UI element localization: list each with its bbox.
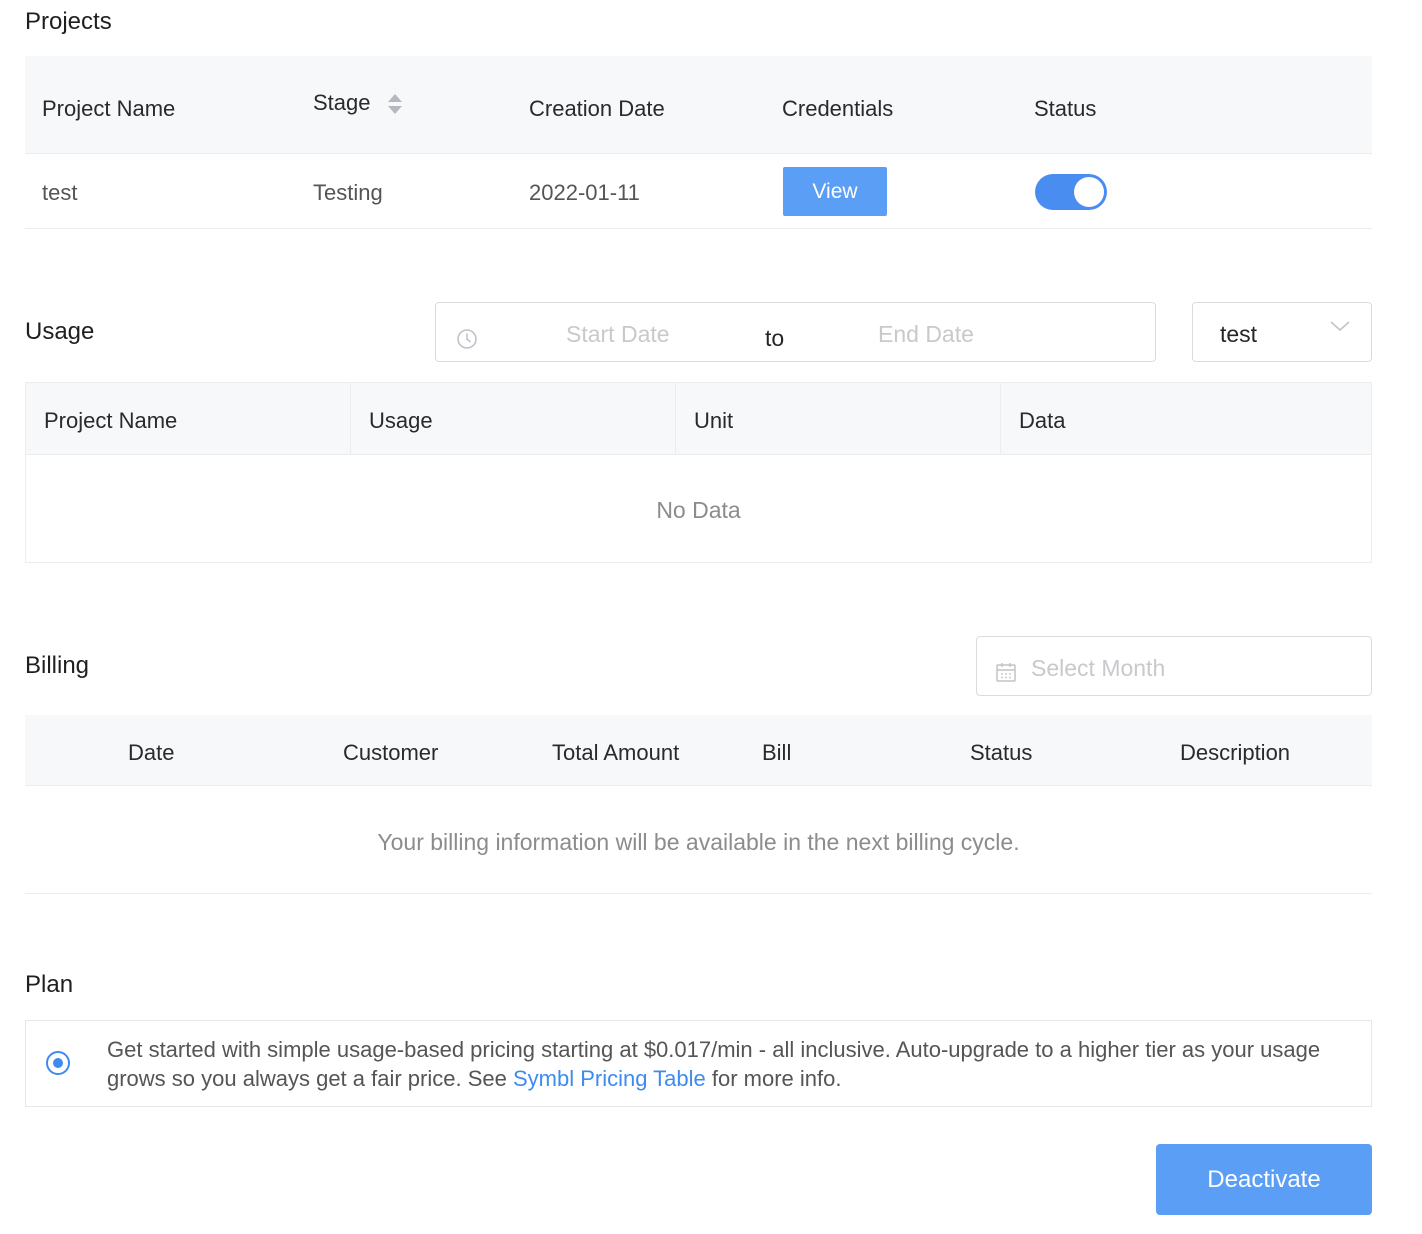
col-status: Status	[1034, 96, 1097, 121]
billing-table-header: Date Customer Total Amount Bill Status D…	[25, 715, 1372, 786]
project-select-value: test	[1220, 321, 1258, 347]
col-description: Description	[1180, 740, 1291, 765]
col-creation-date: Creation Date	[529, 96, 665, 121]
pricing-table-link[interactable]: Symbl Pricing Table	[513, 1066, 706, 1091]
projects-table-header: Project Name Stage Creation Date Credent…	[25, 56, 1372, 154]
radio-selected-dot	[53, 1058, 63, 1068]
project-stage: Testing	[313, 180, 383, 205]
no-data-text: No Data	[656, 497, 741, 523]
usage-col: Data	[1001, 383, 1371, 455]
toggle-knob	[1074, 177, 1104, 207]
col-total-amount: Total Amount	[552, 740, 680, 765]
col-stage[interactable]: Stage	[313, 90, 371, 116]
view-credentials-button[interactable]: View	[783, 167, 887, 216]
col-credentials: Credentials	[782, 96, 894, 121]
usage-col: Project Name	[26, 383, 351, 455]
select-month-input[interactable]: Select Month	[1031, 655, 1165, 682]
col-project-name: Project Name	[44, 408, 178, 433]
start-date-input[interactable]: Start Date	[566, 321, 670, 348]
project-creation-date: 2022-01-11	[529, 180, 640, 205]
col-customer: Customer	[343, 740, 439, 765]
usage-col: Unit	[676, 383, 1001, 455]
usage-table: Project Name Usage Unit Data No Data	[25, 382, 1372, 563]
end-date-input[interactable]: End Date	[878, 321, 974, 348]
billing-empty-row: Your billing information will be availab…	[25, 787, 1372, 894]
billing-empty-text: Your billing information will be availab…	[377, 829, 1020, 855]
plan-description: Get started with simple usage-based pric…	[107, 1035, 1357, 1093]
project-name: test	[42, 180, 78, 205]
month-picker[interactable]: Select Month	[976, 636, 1372, 696]
col-status: Status	[970, 740, 1033, 765]
plan-option[interactable]: Get started with simple usage-based pric…	[25, 1020, 1372, 1107]
col-project-name: Project Name	[42, 96, 176, 121]
range-separator: to	[765, 325, 785, 351]
col-bill: Bill	[762, 740, 792, 765]
deactivate-button[interactable]: Deactivate	[1156, 1144, 1372, 1215]
calendar-icon	[996, 663, 1016, 682]
status-toggle[interactable]	[1035, 174, 1107, 210]
col-unit: Unit	[694, 408, 734, 433]
col-data: Data	[1019, 408, 1066, 433]
project-select[interactable]: test	[1192, 302, 1372, 362]
projects-title: Projects	[25, 8, 112, 35]
usage-table-header: Project Name Usage Unit Data	[26, 383, 1371, 455]
chevron-down-icon	[1330, 321, 1350, 332]
usage-title: Usage	[25, 318, 95, 345]
col-date: Date	[128, 740, 175, 765]
plan-text-after: for more info.	[705, 1066, 842, 1091]
col-usage: Usage	[369, 408, 433, 433]
date-range-picker[interactable]: Start Date to End Date	[435, 302, 1156, 362]
sort-icon[interactable]	[387, 92, 403, 116]
clock-icon	[457, 329, 477, 349]
plan-radio[interactable]	[46, 1051, 70, 1075]
usage-col: Usage	[351, 383, 676, 455]
plan-title: Plan	[25, 971, 74, 998]
billing-title: Billing	[25, 652, 90, 679]
table-row: test Testing 2022-01-11 View	[25, 155, 1372, 229]
